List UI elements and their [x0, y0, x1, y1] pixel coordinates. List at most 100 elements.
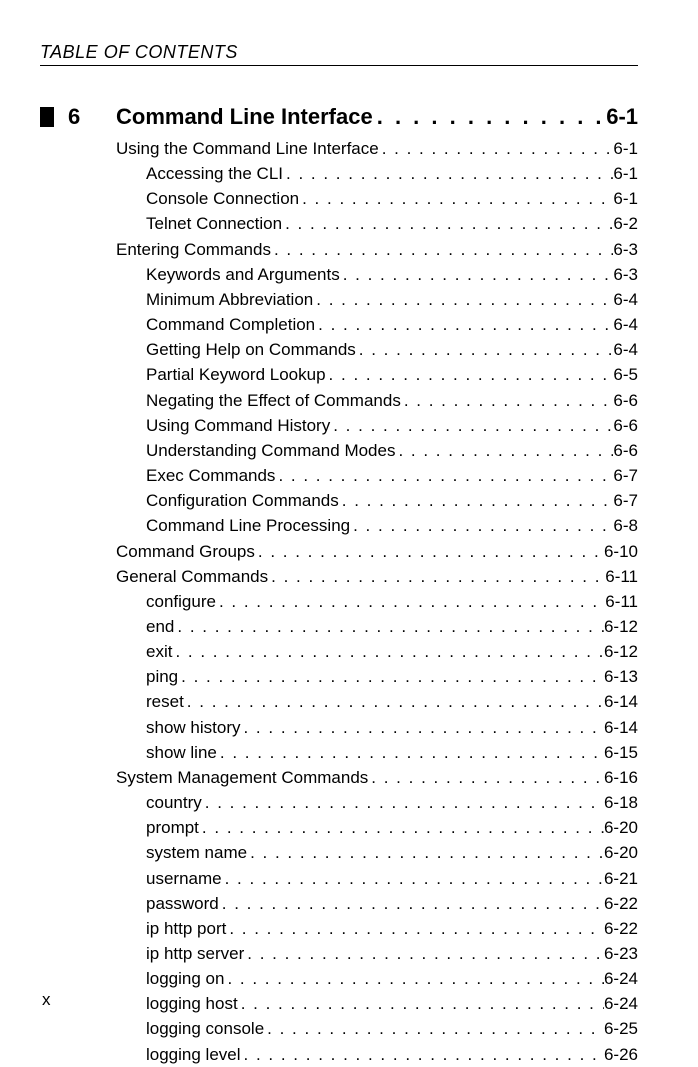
toc-entry-label: Partial Keyword Lookup [146, 362, 326, 387]
toc-entry-label: logging host [146, 991, 238, 1016]
toc-entry: prompt . . . . . . . . . . . . . . . . .… [146, 815, 638, 840]
toc-entry: password . . . . . . . . . . . . . . . .… [146, 891, 638, 916]
leader-dots: . . . . . . . . . . . . . . . . . . . . … [401, 388, 614, 413]
leader-dots: . . . . . . . . . . . . . . . . . . . . … [350, 513, 613, 538]
toc-entry-page: 6-6 [613, 438, 638, 463]
toc-entry: country . . . . . . . . . . . . . . . . … [146, 790, 638, 815]
toc-entry-page: 6-11 [605, 589, 638, 614]
toc-entry-page: 6-6 [613, 413, 638, 438]
toc-entry-label: Keywords and Arguments [146, 262, 340, 287]
toc-entry-label: Telnet Connection [146, 211, 282, 236]
toc-body: Using the Command Line Interface . . . .… [40, 136, 638, 1067]
toc-entry-page: 6-14 [604, 715, 638, 740]
toc-entry-label: username [146, 866, 222, 891]
toc-entry-page: 6-5 [613, 362, 638, 387]
toc-entry-label: logging console [146, 1016, 264, 1041]
chapter-leader-dots: . . . . . . . . . . . . . . . . . . . . … [373, 104, 606, 130]
toc-entry: Minimum Abbreviation . . . . . . . . . .… [146, 287, 638, 312]
chapter-title: Command Line Interface [116, 104, 373, 130]
toc-entry-label: Exec Commands [146, 463, 275, 488]
toc-entry-page: 6-22 [604, 891, 638, 916]
toc-entry: username . . . . . . . . . . . . . . . .… [146, 866, 638, 891]
leader-dots: . . . . . . . . . . . . . . . . . . . . … [340, 262, 614, 287]
chapter-marker-icon [40, 107, 54, 127]
toc-entry: General Commands . . . . . . . . . . . .… [116, 564, 638, 589]
toc-entry-page: 6-21 [604, 866, 638, 891]
toc-entry: Command Line Processing . . . . . . . . … [146, 513, 638, 538]
toc-entry-page: 6-8 [613, 513, 638, 538]
toc-entry: Command Groups . . . . . . . . . . . . .… [116, 539, 638, 564]
leader-dots: . . . . . . . . . . . . . . . . . . . . … [315, 312, 613, 337]
leader-dots: . . . . . . . . . . . . . . . . . . . . … [178, 664, 604, 689]
toc-entry: logging host . . . . . . . . . . . . . .… [146, 991, 638, 1016]
toc-entry-label: Accessing the CLI [146, 161, 283, 186]
leader-dots: . . . . . . . . . . . . . . . . . . . . … [282, 211, 613, 236]
toc-entry-page: 6-3 [613, 237, 638, 262]
toc-entry: system name . . . . . . . . . . . . . . … [146, 840, 638, 865]
toc-entry-label: Understanding Command Modes [146, 438, 395, 463]
toc-entry: ip http server . . . . . . . . . . . . .… [146, 941, 638, 966]
toc-entry-label: logging on [146, 966, 224, 991]
toc-entry-page: 6-2 [613, 211, 638, 236]
toc-entry-label: logging level [146, 1042, 241, 1067]
toc-entry-page: 6-4 [613, 312, 638, 337]
leader-dots: . . . . . . . . . . . . . . . . . . . . … [172, 639, 604, 664]
leader-dots: . . . . . . . . . . . . . . . . . . . . … [216, 589, 605, 614]
toc-entry: System Management Commands . . . . . . .… [116, 765, 638, 790]
toc-entry-page: 6-4 [613, 337, 638, 362]
toc-entry-label: exit [146, 639, 172, 664]
leader-dots: . . . . . . . . . . . . . . . . . . . . … [240, 715, 603, 740]
chapter-title-wrap: Command Line Interface . . . . . . . . .… [116, 104, 638, 130]
toc-entry: Telnet Connection . . . . . . . . . . . … [146, 211, 638, 236]
toc-entry-label: Using Command History [146, 413, 330, 438]
toc-entry-page: 6-13 [604, 664, 638, 689]
toc-entry: Understanding Command Modes . . . . . . … [146, 438, 638, 463]
toc-entry-page: 6-26 [604, 1042, 638, 1067]
leader-dots: . . . . . . . . . . . . . . . . . . . . … [226, 916, 604, 941]
toc-entry: logging level . . . . . . . . . . . . . … [146, 1042, 638, 1067]
toc-entry-page: 6-6 [613, 388, 638, 413]
leader-dots: . . . . . . . . . . . . . . . . . . . . … [255, 539, 604, 564]
toc-entry: Command Completion . . . . . . . . . . .… [146, 312, 638, 337]
toc-entry: Using Command History . . . . . . . . . … [146, 413, 638, 438]
leader-dots: . . . . . . . . . . . . . . . . . . . . … [264, 1016, 604, 1041]
leader-dots: . . . . . . . . . . . . . . . . . . . . … [222, 866, 604, 891]
toc-entry-label: ip http server [146, 941, 244, 966]
toc-entry-label: Getting Help on Commands [146, 337, 356, 362]
toc-entry-page: 6-11 [605, 564, 638, 589]
toc-entry: configure . . . . . . . . . . . . . . . … [146, 589, 638, 614]
toc-entry: Exec Commands . . . . . . . . . . . . . … [146, 463, 638, 488]
toc-entry-label: Console Connection [146, 186, 299, 211]
toc-entry-page: 6-3 [613, 262, 638, 287]
toc-entry-page: 6-24 [604, 991, 638, 1016]
toc-entry-page: 6-12 [604, 614, 638, 639]
toc-entry-label: Command Completion [146, 312, 315, 337]
toc-entry-label: Command Groups [116, 539, 255, 564]
toc-entry: Console Connection . . . . . . . . . . .… [146, 186, 638, 211]
leader-dots: . . . . . . . . . . . . . . . . . . . . … [268, 564, 605, 589]
leader-dots: . . . . . . . . . . . . . . . . . . . . … [224, 966, 604, 991]
chapter-heading: 6 Command Line Interface . . . . . . . .… [40, 104, 638, 130]
toc-entry-label: show line [146, 740, 217, 765]
toc-entry: reset . . . . . . . . . . . . . . . . . … [146, 689, 638, 714]
toc-entry-page: 6-4 [613, 287, 638, 312]
leader-dots: . . . . . . . . . . . . . . . . . . . . … [395, 438, 613, 463]
toc-entry-label: ip http port [146, 916, 226, 941]
toc-entry-label: Command Line Processing [146, 513, 350, 538]
toc-entry: exit . . . . . . . . . . . . . . . . . .… [146, 639, 638, 664]
toc-entry-label: reset [146, 689, 184, 714]
toc-entry-page: 6-7 [613, 488, 638, 513]
toc-entry-label: end [146, 614, 174, 639]
toc-entry-page: 6-23 [604, 941, 638, 966]
toc-entry-page: 6-22 [604, 916, 638, 941]
toc-entry-label: show history [146, 715, 240, 740]
page-header: TABLE OF CONTENTS [40, 42, 638, 66]
toc-entry-label: Using the Command Line Interface [116, 136, 379, 161]
toc-entry-label: Negating the Effect of Commands [146, 388, 401, 413]
toc-entry-page: 6-1 [613, 186, 638, 211]
leader-dots: . . . . . . . . . . . . . . . . . . . . … [313, 287, 613, 312]
toc-entry-page: 6-15 [604, 740, 638, 765]
leader-dots: . . . . . . . . . . . . . . . . . . . . … [356, 337, 614, 362]
leader-dots: . . . . . . . . . . . . . . . . . . . . … [219, 891, 604, 916]
toc-entry-label: Minimum Abbreviation [146, 287, 313, 312]
